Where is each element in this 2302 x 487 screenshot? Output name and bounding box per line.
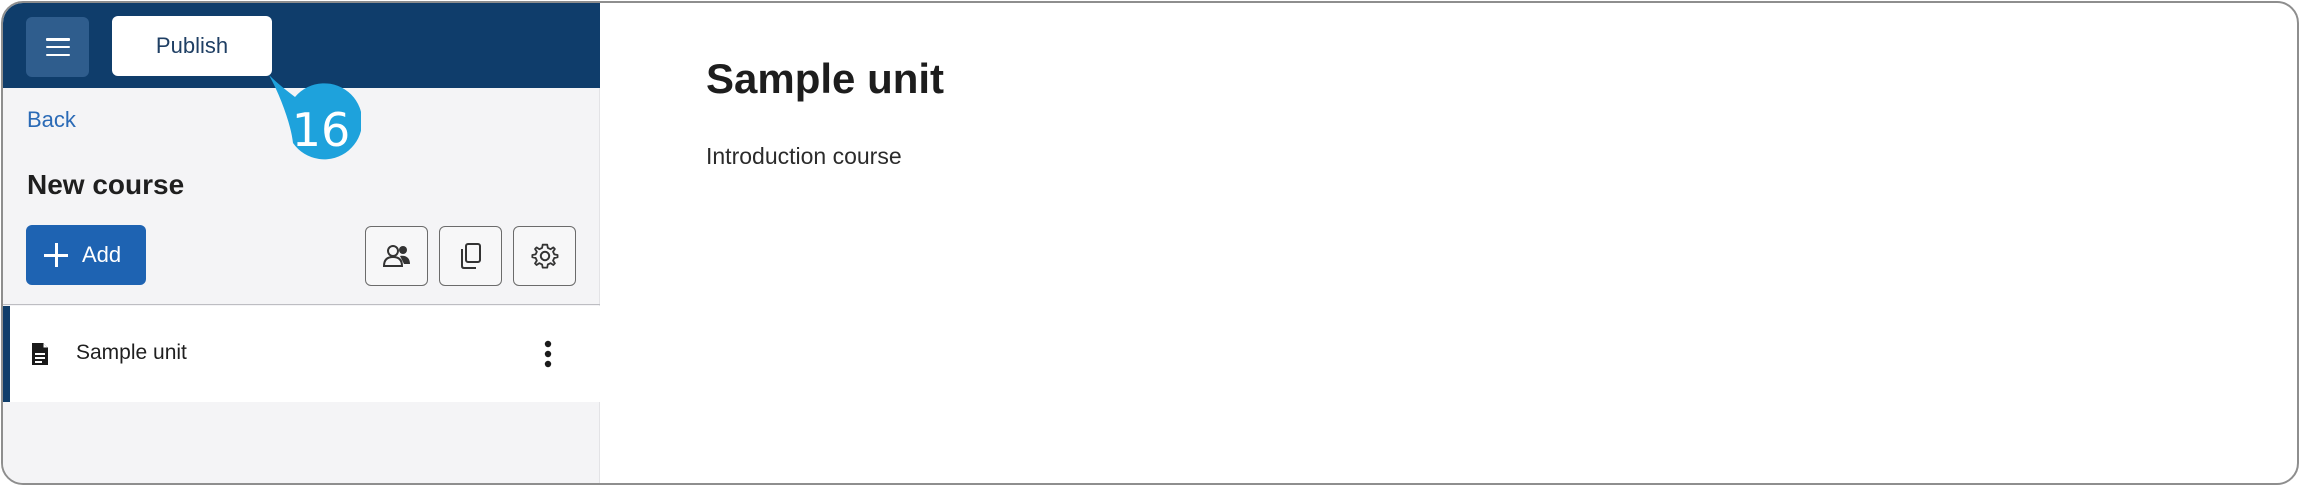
list-item[interactable]: Sample unit [3, 306, 600, 402]
menu-button[interactable] [26, 17, 89, 77]
hamburger-menu-icon [45, 38, 70, 56]
gear-icon [530, 243, 558, 269]
copy-button[interactable] [439, 226, 502, 286]
plus-icon [44, 243, 68, 267]
list-item-label: Sample unit [76, 341, 187, 364]
add-button[interactable]: Add [26, 225, 146, 285]
add-button-label: Add [82, 242, 122, 267]
app-window: Publish Back New course Add Sample unit … [1, 1, 2299, 485]
sidebar-divider [3, 304, 600, 305]
kebab-menu-icon[interactable] [540, 340, 556, 368]
users-icon [382, 245, 410, 267]
settings-button[interactable] [513, 226, 576, 286]
publish-button[interactable]: Publish [112, 16, 272, 76]
back-link[interactable]: Back [27, 107, 76, 133]
page-title: Sample unit [706, 55, 945, 102]
users-button[interactable] [365, 226, 428, 286]
course-title: New course [27, 169, 185, 200]
page-description: Introduction course [706, 143, 902, 169]
step-callout-number: 16 [291, 103, 351, 157]
copy-icon [460, 243, 481, 269]
document-icon [32, 343, 48, 365]
